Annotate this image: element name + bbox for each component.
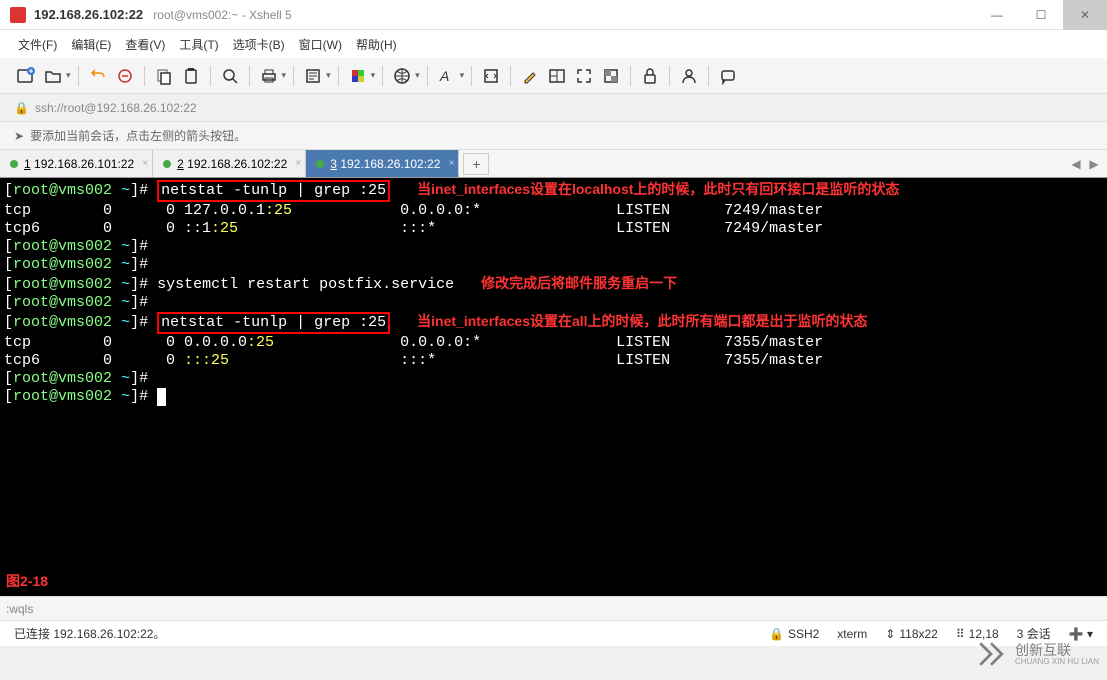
dropdown-icon[interactable]: ▾ [326,70,331,81]
paste-icon[interactable] [179,64,203,88]
dropdown-icon[interactable]: ▾ [66,70,71,81]
arrow-icon[interactable]: ➤ [14,129,24,143]
menu-help[interactable]: 帮助(H) [352,36,401,53]
menu-file[interactable]: 文件(F) [14,36,61,53]
watermark-sub: CHUANG XIN HU LIAN [1015,657,1099,666]
tab-nav: ◀ ▶ [1067,157,1107,171]
status-dot-icon [163,160,171,168]
status-term-type: xterm [837,627,867,641]
status-connection: 已连接 192.168.26.102:22。 [14,625,165,642]
menu-tools[interactable]: 工具(T) [175,36,222,53]
session-tab-3[interactable]: 3 192.168.26.102:22 × [306,150,459,177]
status-protocol: 🔒 SSH2 [769,627,819,641]
tab-num: 3 [330,157,337,171]
session-tab-1[interactable]: 1 192.168.26.101:22 × [0,150,153,177]
hint-text: 要添加当前会话，点击左侧的箭头按钮。 [30,127,246,144]
window-title-sub: root@vms002:~ - Xshell 5 [153,8,292,22]
tab-num: 1 [24,157,31,171]
script-icon[interactable] [479,64,503,88]
tab-prev-icon[interactable]: ◀ [1067,157,1085,171]
copy-icon[interactable] [152,64,176,88]
color-scheme-icon[interactable] [346,64,370,88]
session-tab-2[interactable]: 2 192.168.26.102:22 × [153,150,306,177]
maximize-button[interactable]: ☐ [1019,0,1063,30]
tab-add-button[interactable]: + [463,153,489,175]
transparency-icon[interactable] [599,64,623,88]
annotation-1: 当inet_interfaces设置在localhost上的时候，此时只有回环接… [417,181,899,197]
hint-bar: ➤ 要添加当前会话，点击左侧的箭头按钮。 [0,122,1107,150]
new-session-icon[interactable] [14,64,38,88]
toolbar: ▾ ▾ ▾ ▾ ▾ A ▾ [0,58,1107,94]
lock-small-icon: 🔒 [14,101,29,115]
status-dot-icon [10,160,18,168]
address-text: ssh://root@192.168.26.102:22 [35,101,197,115]
dropdown-icon[interactable]: ▾ [371,70,376,81]
status-bar: 已连接 192.168.26.102:22。 🔒 SSH2 xterm ⇕ 11… [0,620,1107,646]
highlight-icon[interactable] [518,64,542,88]
terminal-cursor [157,388,166,406]
annotation-2: 修改完成后将邮件服务重启一下 [481,275,677,291]
title-bar: 192.168.26.102:22 root@vms002:~ - Xshell… [0,0,1107,30]
menu-view[interactable]: 查看(V) [121,36,169,53]
dropdown-icon[interactable]: ▾ [460,70,465,81]
window-controls: — ☐ ✕ [975,0,1107,30]
print-icon[interactable] [257,64,281,88]
close-button[interactable]: ✕ [1063,0,1107,30]
user-icon[interactable] [677,64,701,88]
figure-label: 图2-18 [6,572,48,590]
command-text: :wqls [6,602,33,616]
app-icon [10,7,26,23]
tab-close-icon[interactable]: × [295,158,301,169]
status-size: ⇕ 118x22 [885,627,938,641]
dropdown-icon[interactable]: ▾ [282,70,287,81]
watermark-name: 创新互联 [1015,643,1099,657]
dropdown-icon[interactable]: ▾ [415,70,420,81]
menu-tab[interactable]: 选项卡(B) [229,36,289,53]
open-icon[interactable] [41,64,65,88]
menu-bar: 文件(F) 编辑(E) 查看(V) 工具(T) 选项卡(B) 窗口(W) 帮助(… [0,30,1107,58]
lock-icon[interactable] [638,64,662,88]
status-dot-icon [316,160,324,168]
tab-label: 192.168.26.102:22 [187,157,287,171]
svg-text:A: A [439,68,449,84]
globe-icon[interactable] [390,64,414,88]
disconnect-icon[interactable] [113,64,137,88]
tab-num: 2 [177,157,184,171]
minimize-button[interactable]: — [975,0,1019,30]
watermark-icon [973,636,1009,672]
help-icon[interactable] [716,64,740,88]
tab-bar: 1 192.168.26.101:22 × 2 192.168.26.102:2… [0,150,1107,178]
watermark: 创新互联 CHUANG XIN HU LIAN [973,636,1099,672]
menu-edit[interactable]: 编辑(E) [67,36,115,53]
annotation-3: 当inet_interfaces设置在all上的时候，此时所有端口都是出于监听的… [417,313,867,329]
tab-close-icon[interactable]: × [142,158,148,169]
address-bar[interactable]: 🔒 ssh://root@192.168.26.102:22 [0,94,1107,122]
fullscreen-icon[interactable] [572,64,596,88]
search-icon[interactable] [218,64,242,88]
tab-label: 192.168.26.102:22 [340,157,440,171]
properties-icon[interactable] [301,64,325,88]
font-icon[interactable]: A [435,64,459,88]
layout-icon[interactable] [545,64,569,88]
tab-next-icon[interactable]: ▶ [1085,157,1103,171]
terminal-output[interactable]: [root@vms002 ~]# netstat -tunlp | grep :… [0,178,1107,596]
command-input[interactable]: :wqls [0,596,1107,620]
tab-label: 192.168.26.101:22 [34,157,134,171]
menu-window[interactable]: 窗口(W) [295,36,346,53]
window-title-main: 192.168.26.102:22 [34,7,143,22]
reconnect-icon[interactable] [86,64,110,88]
tab-close-icon[interactable]: × [449,158,455,169]
